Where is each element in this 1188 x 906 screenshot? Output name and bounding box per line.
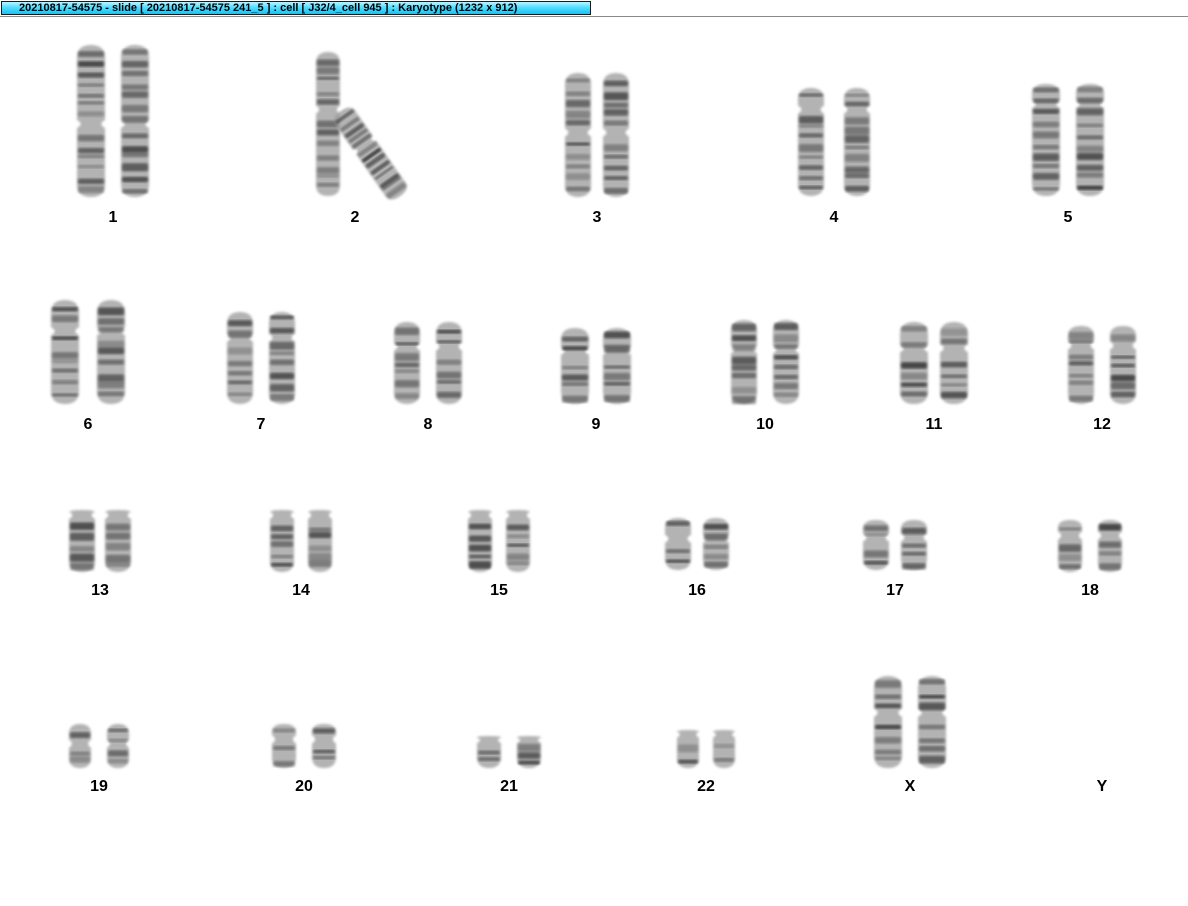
chromosome-17-b: [900, 520, 928, 570]
chromosome-4-b: [843, 88, 871, 196]
chromosome-label-21: 21: [500, 778, 518, 795]
chromosome-8-a: [393, 322, 421, 404]
chromosome-10-a: [730, 320, 758, 404]
chromosome-10-b: [772, 320, 800, 404]
chromosome-8-b: [435, 322, 463, 404]
chromosome-21-a: [476, 736, 502, 768]
chromosome-label-X: X: [904, 778, 916, 795]
chromosome-15-b: [505, 510, 531, 572]
chromosome-image-16: [664, 518, 730, 570]
chromosome-11-a: [899, 322, 929, 404]
chromosome-image-3: [564, 73, 630, 197]
chromosome-13-b: [104, 510, 132, 572]
karyogram-panel: 1 2 3 4 5 6 7 8 9 10 11 12 13 14 15 16 17 18 19 20 21 22 X Y: [0, 17, 1188, 906]
chromosome-6-a: [50, 300, 80, 404]
title-bar: 20210817-54575 - slide [ 20210817-54575 …: [0, 0, 1188, 17]
chromosome-image-9: [560, 328, 632, 404]
chromosome-image-1: [76, 45, 150, 197]
chromosome-12-a: [1067, 326, 1095, 404]
chromosome-7-a: [226, 312, 254, 404]
chromosome-image-4: [797, 88, 871, 196]
chromosome-label-7: 7: [256, 416, 266, 433]
chromosome-20-b: [311, 724, 337, 768]
chromosome-label-11: 11: [925, 416, 943, 433]
chromosome-22-b: [712, 730, 736, 768]
chromosome-image-7: [226, 312, 296, 404]
chromosome-image-15: [467, 510, 531, 572]
chromosome-label-10: 10: [756, 416, 774, 433]
chromosome-18-a: [1057, 520, 1083, 572]
chromosome-label-20: 20: [295, 778, 313, 795]
karyotype-window: 20210817-54575 - slide [ 20210817-54575 …: [0, 0, 1188, 906]
chromosome-X-b: [917, 676, 947, 768]
chromosome-label-12: 12: [1093, 416, 1111, 433]
chromosome-label-18: 18: [1081, 582, 1099, 599]
chromosome-12-b: [1109, 326, 1137, 404]
chromosome-17-a: [862, 520, 890, 570]
chromosome-image-21: [476, 736, 542, 768]
chromosome-image-19: [68, 724, 130, 768]
chromosome-5-a: [1031, 84, 1061, 196]
chromosome-label-3: 3: [592, 209, 602, 226]
chromosome-image-14: [269, 510, 333, 572]
chromosome-6-b: [96, 300, 126, 404]
chromosome-label-6: 6: [83, 416, 93, 433]
chromosome-4-a: [797, 88, 825, 196]
chromosome-image-18: [1057, 520, 1123, 572]
chromosome-label-19: 19: [90, 778, 108, 795]
chromosome-image-20: [271, 724, 337, 768]
chromosome-5-b: [1075, 84, 1105, 196]
chromosome-7-b: [268, 312, 296, 404]
chromosome-16-a: [664, 518, 692, 570]
chromosome-label-17: 17: [886, 582, 904, 599]
chromosome-11-b: [939, 322, 969, 404]
chromosome-label-9: 9: [591, 416, 601, 433]
chromosome-image-X: [873, 676, 947, 768]
chromosome-image-5: [1031, 84, 1105, 196]
chromosome-image-22: [676, 730, 736, 768]
chromosome-X-a: [873, 676, 903, 768]
chromosome-1-a: [76, 45, 106, 197]
chromosome-9-b: [602, 328, 632, 404]
chromosome-1-b: [120, 45, 150, 197]
chromosome-label-14: 14: [292, 582, 310, 599]
chromosome-image-11: [899, 322, 969, 404]
chromosome-label-22: 22: [697, 778, 715, 795]
chromosome-14-a: [269, 510, 295, 572]
window-title-tab[interactable]: 20210817-54575 - slide [ 20210817-54575 …: [1, 1, 591, 15]
chromosome-label-13: 13: [91, 582, 109, 599]
chromosome-image-6: [50, 300, 126, 404]
chromosome-9-a: [560, 328, 590, 404]
chromosome-image-2: [315, 52, 407, 200]
chromosome-label-Y: Y: [1096, 778, 1108, 795]
chromosome-label-16: 16: [688, 582, 706, 599]
chromosome-label-15: 15: [490, 582, 508, 599]
chromosome-image-13: [68, 510, 132, 572]
chromosome-19-a: [68, 724, 92, 768]
chromosome-label-1: 1: [108, 209, 118, 226]
chromosome-22-a: [676, 730, 700, 768]
chromosome-label-4: 4: [829, 209, 839, 226]
chromosome-label-8: 8: [423, 416, 433, 433]
chromosome-2-b: [333, 107, 407, 200]
chromosome-image-17: [862, 520, 928, 570]
chromosome-label-5: 5: [1063, 209, 1073, 226]
chromosome-16-b: [702, 518, 730, 570]
chromosome-18-b: [1097, 520, 1123, 572]
chromosome-13-a: [68, 510, 96, 572]
chromosome-3-a: [564, 73, 592, 197]
chromosome-21-b: [516, 736, 542, 768]
chromosome-19-b: [106, 724, 130, 768]
chromosome-20-a: [271, 724, 297, 768]
chromosome-image-10: [730, 320, 800, 404]
chromosome-image-8: [393, 322, 463, 404]
chromosome-image-12: [1067, 326, 1137, 404]
chromosome-14-b: [307, 510, 333, 572]
chromosome-label-2: 2: [350, 209, 360, 226]
chromosome-3-b: [602, 73, 630, 197]
chromosome-15-a: [467, 510, 493, 572]
